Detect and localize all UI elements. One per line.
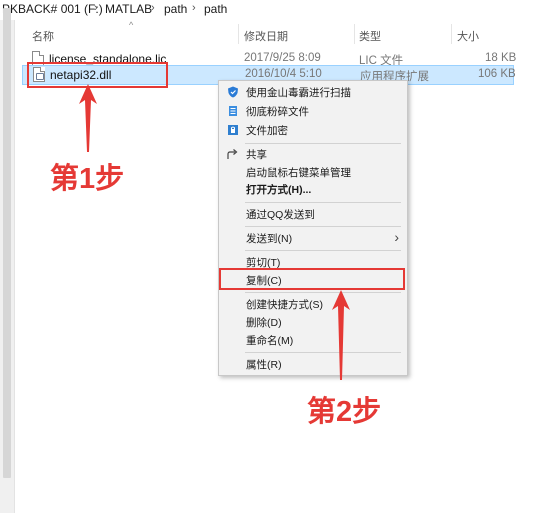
menu-item-label: 发送到(N) xyxy=(246,233,293,245)
column-divider[interactable] xyxy=(238,24,239,44)
menu-item-rename[interactable]: 重命名(M) xyxy=(219,331,407,349)
menu-item-label: 启动鼠标右键菜单管理 xyxy=(246,167,351,179)
share-icon xyxy=(227,149,238,159)
file-size: 106 KB xyxy=(478,68,516,80)
context-menu: 使用金山毒霸进行扫描 彻底粉碎文件 文件加密 共享 启动鼠标右键菜单管理 打开方… xyxy=(218,80,408,376)
menu-item-delete[interactable]: 删除(D) xyxy=(219,313,407,331)
menu-item-scan[interactable]: 使用金山毒霸进行扫描 xyxy=(219,83,407,101)
menu-separator xyxy=(245,143,401,144)
menu-item-label: 通过QQ发送到 xyxy=(246,209,315,221)
menu-item-open-with[interactable]: 打开方式(H)... xyxy=(219,180,407,198)
menu-item-label: 属性(R) xyxy=(246,359,282,371)
menu-item-label: 打开方式(H)... xyxy=(246,184,312,196)
step1-arrow-icon xyxy=(79,84,97,152)
step2-highlight-box xyxy=(219,268,405,290)
scrollbar-thumb[interactable] xyxy=(3,8,11,478)
menu-item-encrypt[interactable]: 文件加密 xyxy=(219,121,407,139)
column-divider[interactable] xyxy=(354,24,355,44)
address-breadcrumb[interactable]: PKBACK# 001 (F:) › MATLAB › path › path xyxy=(0,0,554,20)
breadcrumb-drive[interactable]: PKBACK# 001 (F:) xyxy=(2,1,103,17)
menu-item-shred[interactable]: 彻底粉碎文件 xyxy=(219,102,407,120)
breadcrumb-separator: › xyxy=(94,2,98,14)
breadcrumb-separator: › xyxy=(151,2,155,14)
breadcrumb-path[interactable]: path xyxy=(164,1,187,17)
menu-item-right-click-manager[interactable]: 启动鼠标右键菜单管理 xyxy=(219,163,407,181)
step1-label: 第1步 xyxy=(50,163,125,195)
menu-item-label: 创建快捷方式(S) xyxy=(246,299,323,311)
menu-item-create-shortcut[interactable]: 创建快捷方式(S) xyxy=(219,295,407,313)
sort-ascending-icon: ^ xyxy=(129,20,134,30)
menu-item-label: 使用金山毒霸进行扫描 xyxy=(246,87,351,99)
menu-separator xyxy=(245,202,401,203)
menu-item-label: 重命名(M) xyxy=(246,335,294,347)
file-modified: 2017/9/25 8:09 xyxy=(244,52,321,64)
breadcrumb-separator: › xyxy=(192,2,196,14)
menu-separator xyxy=(245,226,401,227)
menu-item-label: 文件加密 xyxy=(246,125,288,137)
column-header-modified[interactable]: 修改日期 xyxy=(244,28,288,44)
file-modified: 2016/10/4 5:10 xyxy=(245,68,322,80)
menu-item-label: 共享 xyxy=(246,149,267,161)
step2-arrow-icon xyxy=(332,290,350,380)
step2-label: 第2步 xyxy=(307,396,382,428)
shred-icon xyxy=(229,106,237,116)
breadcrumb-matlab[interactable]: MATLAB xyxy=(105,1,152,17)
column-header-size[interactable]: 大小 xyxy=(457,28,479,44)
menu-item-send-via-qq[interactable]: 通过QQ发送到 xyxy=(219,205,407,223)
breadcrumb-path-current[interactable]: path xyxy=(204,1,227,17)
encrypt-icon xyxy=(228,125,238,135)
menu-separator xyxy=(245,292,401,293)
file-size: 18 KB xyxy=(485,52,517,64)
chevron-right-icon: › xyxy=(394,229,399,245)
column-header-name[interactable]: 名称 xyxy=(32,28,54,44)
column-header-type[interactable]: 类型 xyxy=(359,28,381,44)
menu-item-label: 删除(D) xyxy=(246,317,282,329)
menu-item-properties[interactable]: 属性(R) xyxy=(219,355,407,373)
menu-item-label: 彻底粉碎文件 xyxy=(246,106,309,118)
menu-separator xyxy=(245,250,401,251)
menu-item-send-to[interactable]: 发送到(N) › xyxy=(219,229,407,247)
shield-scan-icon xyxy=(228,86,238,98)
menu-item-share[interactable]: 共享 xyxy=(219,145,407,163)
column-divider[interactable] xyxy=(451,24,452,44)
menu-separator xyxy=(245,352,401,353)
